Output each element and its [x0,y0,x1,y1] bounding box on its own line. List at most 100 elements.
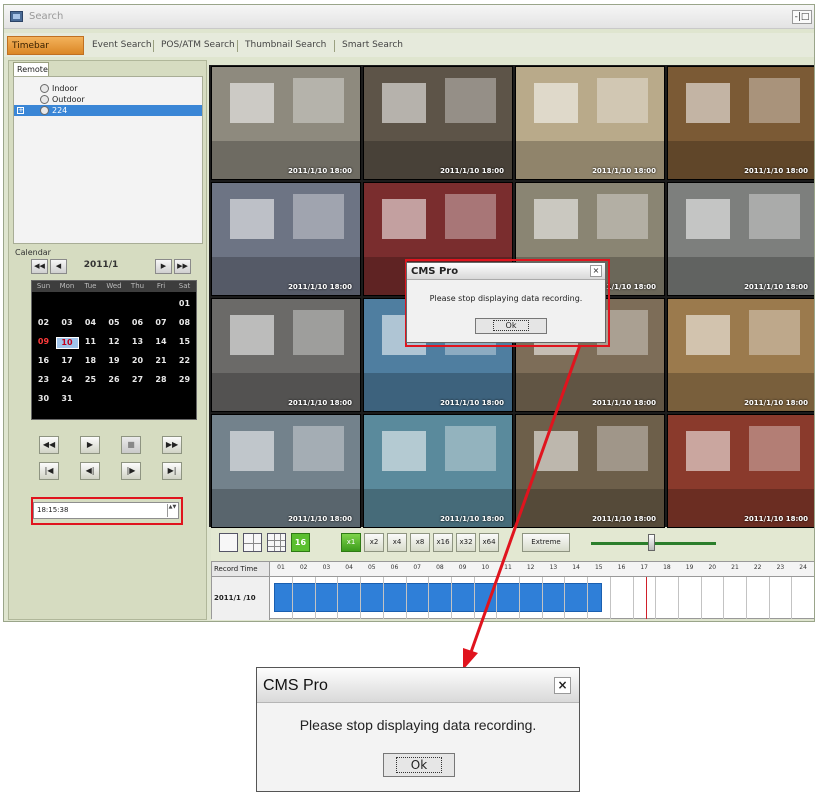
calendar-day[interactable]: 15 [173,337,196,347]
camera-tile[interactable]: 2011/1/10 18:00 [211,298,361,412]
speed-x4-button[interactable]: x4 [387,533,407,552]
timeline-cursor[interactable] [646,577,647,619]
calendar-day[interactable]: 27 [126,375,149,385]
prev-year-button[interactable]: ◀◀ [31,259,48,274]
expand-icon[interactable]: + [17,107,24,114]
hour-label: 06 [390,564,399,571]
calendar-day[interactable]: 07 [150,318,173,328]
speed-x2-button[interactable]: x2 [364,533,384,552]
calendar-day[interactable]: 01 [173,299,196,309]
prev-month-button[interactable]: ◀ [50,259,67,274]
speed-x16-button[interactable]: x16 [433,533,453,552]
next-month-button[interactable]: ▶ [155,259,172,274]
rewind-button[interactable]: ◀◀ [39,436,59,454]
tree-item-indoor[interactable]: Indoor [14,83,202,94]
camera-tile[interactable]: 2011/1/10 18:00 [515,414,665,528]
calendar-day[interactable]: 31 [56,394,79,404]
extreme-button[interactable]: Extreme [522,533,570,552]
speed-x64-button[interactable]: x64 [479,533,499,552]
hour-label: 17 [640,564,648,571]
calendar-day[interactable]: 20 [126,356,149,366]
tab-pos-atm-search[interactable]: POS/ATM Search [157,36,239,55]
tab-smart-search[interactable]: Smart Search [338,36,407,55]
layout-4-button[interactable] [243,533,262,552]
layout-1-button[interactable] [219,533,238,552]
weekday-label: Thu [130,282,145,290]
weekday-label: Sat [178,282,191,290]
tab-event-search[interactable]: Event Search [88,36,156,55]
last-frame-button[interactable]: ▶| [162,462,182,480]
hour-label: 07 [413,564,421,571]
step-forward-button[interactable]: |▶ [121,462,141,480]
camera-timestamp: 2011/1/10 18:00 [288,515,352,523]
hour-label: 13 [549,564,558,571]
calendar-day[interactable]: 13 [126,337,149,347]
tree-item-224[interactable]: + 224 [14,105,202,116]
recorded-segment[interactable] [274,583,602,612]
camera-tile[interactable]: 2011/1/10 18:00 [211,66,361,180]
calendar-day[interactable]: 10 [55,337,79,349]
hour-gridline [292,577,293,619]
fast-forward-button[interactable]: ▶▶ [162,436,182,454]
window-controls[interactable]: -|□ [792,10,812,24]
step-back-button[interactable]: ◀| [80,462,100,480]
layout-9-button[interactable] [267,533,286,552]
close-icon[interactable]: × [590,265,602,277]
speed-x8-button[interactable]: x8 [410,533,430,552]
camera-tile[interactable]: 2011/1/10 18:00 [211,414,361,528]
calendar-day[interactable]: 24 [56,375,79,385]
calendar-day[interactable]: 08 [173,318,196,328]
left-panel: Remote Indoor Outdoor + 224 Calendar ◀◀ … [8,60,207,620]
hour-gridline [473,577,475,619]
stop-button[interactable]: ■ [121,436,141,454]
calendar-day[interactable]: 03 [56,318,79,328]
camera-tile[interactable]: 2011/1/10 18:00 [667,66,814,180]
calendar-day[interactable]: 05 [103,318,126,328]
calendar-day[interactable]: 21 [150,356,173,366]
first-frame-button[interactable]: |◀ [39,462,59,480]
camera-tile[interactable]: 2011/1/10 18:00 [667,182,814,296]
calendar-day[interactable]: 29 [173,375,196,385]
remote-tab[interactable]: Remote [13,62,49,76]
camera-tile[interactable]: 2011/1/10 18:00 [363,66,513,180]
layout-16-button[interactable]: 16 [291,533,310,552]
tree-item-outdoor[interactable]: Outdoor [14,94,202,105]
calendar-label: Calendar [15,248,51,257]
calendar-day[interactable]: 28 [150,375,173,385]
calendar-day[interactable]: 09 [32,337,55,347]
speed-x32-button[interactable]: x32 [456,533,476,552]
calendar-day[interactable]: 04 [79,318,102,328]
close-icon[interactable]: × [554,677,571,694]
calendar-day[interactable]: 02 [32,318,55,328]
calendar-day[interactable]: 14 [150,337,173,347]
ok-button[interactable]: Ok [383,753,455,777]
calendar-day[interactable]: 12 [103,337,126,347]
camera-tile[interactable]: 2011/1/10 18:00 [667,298,814,412]
calendar-day[interactable]: 16 [32,356,55,366]
tab-thumbnail-search[interactable]: Thumbnail Search [241,36,330,55]
calendar-day[interactable]: 30 [32,394,55,404]
calendar-day[interactable]: 25 [79,375,102,385]
tab-timebar-search[interactable]: Timebar Search [7,36,84,70]
next-year-button[interactable]: ▶▶ [174,259,191,274]
calendar-day[interactable]: 23 [32,375,55,385]
speed-slider-thumb[interactable] [648,534,655,551]
camera-tile[interactable]: 2011/1/10 18:00 [667,414,814,528]
hour-label: 04 [345,564,353,571]
ok-button[interactable]: Ok [475,318,547,334]
camera-tile[interactable]: 2011/1/10 18:00 [515,66,665,180]
calendar-day[interactable]: 17 [56,356,79,366]
camera-tile[interactable]: 2011/1/10 18:00 [211,182,361,296]
camera-tile[interactable]: 2011/1/10 18:00 [363,414,513,528]
play-button[interactable]: ▶ [80,436,100,454]
weekday-label: Wed [106,282,122,290]
calendar-day[interactable]: 26 [103,375,126,385]
calendar-day[interactable]: 18 [79,356,102,366]
hour-gridline [768,577,770,619]
speed-x1-button[interactable]: x1 [341,533,361,552]
calendar-day[interactable]: 11 [79,337,102,347]
calendar-day[interactable]: 06 [126,318,149,328]
calendar-day[interactable]: 22 [173,356,196,366]
calendar-day[interactable]: 19 [103,356,126,366]
camera-timestamp: 2011/1/10 18:00 [592,167,656,175]
